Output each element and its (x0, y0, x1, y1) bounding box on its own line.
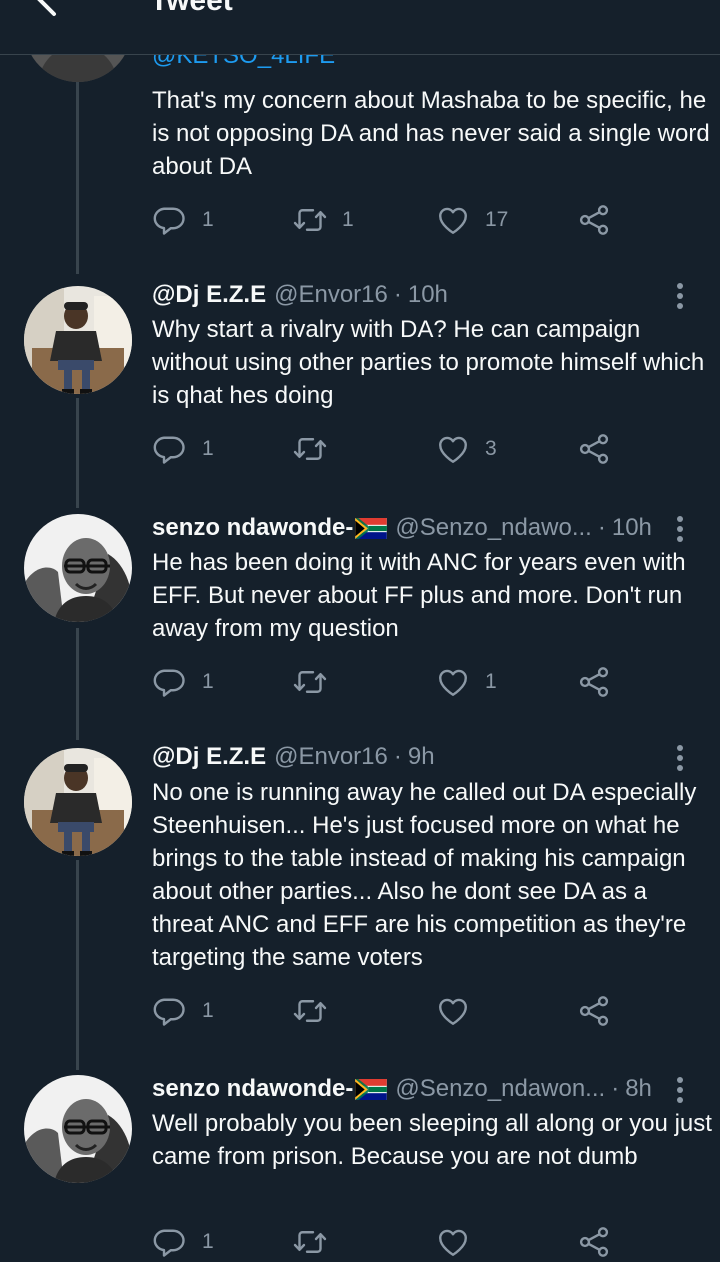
reply-icon (152, 1224, 188, 1260)
reply-count: 1 (202, 999, 214, 1022)
tweet-actions: 1 (152, 991, 632, 1031)
retweet-button[interactable]: 1 (292, 200, 354, 240)
timestamp[interactable]: 9h (408, 743, 435, 771)
page-title: Tweet (150, 0, 233, 17)
reply-button[interactable]: 1 (152, 429, 214, 469)
more-vertical-icon[interactable] (670, 280, 690, 310)
share-button[interactable] (576, 200, 612, 240)
heart-icon (435, 664, 471, 700)
reply-button[interactable]: 1 (152, 991, 214, 1031)
more-vertical-icon[interactable] (670, 1074, 690, 1104)
tweet-actions: 1 1 17 (152, 200, 632, 240)
retweet-count: 1 (342, 208, 354, 231)
display-name[interactable]: senzo ndawonde- (152, 1075, 353, 1103)
like-button[interactable]: 1 (435, 662, 497, 702)
reply-count: 1 (202, 670, 214, 693)
retweet-icon (292, 664, 328, 700)
timestamp[interactable]: 10h (408, 281, 448, 309)
timestamp[interactable]: 8h (625, 1075, 652, 1103)
separator: · (393, 743, 402, 770)
display-name[interactable]: @Dj E.Z.E (152, 281, 266, 309)
share-icon (576, 431, 612, 467)
south-africa-flag-icon (355, 518, 387, 539)
reply-icon (152, 431, 188, 467)
heart-icon (435, 1224, 471, 1260)
retweet-icon (292, 993, 328, 1029)
share-icon (576, 1224, 612, 1260)
tweet-reply[interactable]: @Dj E.Z.E @Envor16 · 9h No one is runnin… (0, 742, 720, 1042)
user-handle[interactable]: @Senzo_ndawo... (395, 514, 592, 542)
reply-icon (152, 664, 188, 700)
tweet-actions: 1 3 (152, 429, 632, 469)
like-count: 1 (485, 670, 497, 693)
share-button[interactable] (576, 991, 612, 1031)
reply-button[interactable]: 1 (152, 200, 214, 240)
separator: · (611, 1075, 620, 1102)
tweet-actions: 1 (152, 1222, 632, 1262)
retweet-icon (292, 431, 328, 467)
tweet-header: @Dj E.Z.E @Envor16 · 10h (152, 280, 680, 310)
separator: · (597, 514, 606, 541)
share-button[interactable] (576, 1222, 612, 1262)
reply-button[interactable]: 1 (152, 662, 214, 702)
share-button[interactable] (576, 662, 612, 702)
avatar[interactable] (24, 286, 132, 394)
reply-icon (152, 202, 188, 238)
like-button[interactable]: 3 (435, 429, 497, 469)
tweet-text: Why start a rivalry with DA? He can camp… (152, 316, 705, 409)
reply-icon (152, 993, 188, 1029)
share-icon (576, 993, 612, 1029)
reply-count: 1 (202, 1230, 214, 1253)
tweet-reply[interactable]: senzo ndawonde- @Senzo_ndawo... · 10h He… (0, 513, 720, 713)
tweet-text: He has been doing it with ANC for years … (152, 549, 686, 642)
tweet-reply[interactable]: @Dj E.Z.E @Envor16 · 10h Why start a riv… (0, 280, 720, 480)
heart-icon (435, 202, 471, 238)
user-handle[interactable]: @Envor16 (274, 281, 388, 309)
reply-count: 1 (202, 437, 214, 460)
avatar[interactable] (24, 1075, 132, 1183)
retweet-button[interactable] (292, 1222, 328, 1262)
like-count: 3 (485, 437, 497, 460)
reply-count: 1 (202, 208, 214, 231)
display-name[interactable]: @Dj E.Z.E (152, 743, 266, 771)
user-handle[interactable]: @Senzo_ndawon... (395, 1075, 605, 1103)
top-app-bar: Tweet (0, 0, 720, 55)
separator: · (393, 281, 402, 308)
tweet-header: @Dj E.Z.E @Envor16 · 9h (152, 742, 680, 772)
timestamp[interactable]: 10h (612, 514, 652, 542)
reply-button[interactable]: 1 (152, 1222, 214, 1262)
share-icon (576, 202, 612, 238)
more-vertical-icon[interactable] (670, 742, 690, 772)
avatar[interactable] (24, 514, 132, 622)
retweet-button[interactable] (292, 429, 342, 469)
user-handle[interactable]: @Envor16 (274, 743, 388, 771)
retweet-icon (292, 202, 328, 238)
arrow-left-icon[interactable] (30, 0, 78, 18)
display-name[interactable]: senzo ndawonde- (152, 514, 353, 542)
heart-icon (435, 993, 471, 1029)
tweet-text: That's my concern about Mashaba to be sp… (152, 87, 710, 180)
heart-icon (435, 431, 471, 467)
south-africa-flag-icon (355, 1079, 387, 1100)
tweet-header: senzo ndawonde- @Senzo_ndawo... · 10h (152, 513, 680, 543)
avatar[interactable] (24, 748, 132, 856)
tweet-reply[interactable]: senzo ndawonde- @Senzo_ndawon... · 8h We… (0, 1074, 720, 1244)
tweet-header: senzo ndawonde- @Senzo_ndawon... · 8h (152, 1074, 680, 1104)
retweet-icon (292, 1224, 328, 1260)
like-count: 17 (485, 208, 509, 231)
tweet-text: No one is running away he called out DA … (152, 779, 697, 971)
share-icon (576, 664, 612, 700)
like-button[interactable] (435, 1222, 471, 1262)
like-button[interactable]: 17 (435, 200, 508, 240)
more-vertical-icon[interactable] (670, 513, 690, 543)
share-button[interactable] (576, 429, 612, 469)
like-button[interactable] (435, 991, 485, 1031)
retweet-button[interactable] (292, 662, 342, 702)
tweet-actions: 1 1 (152, 662, 632, 702)
tweet-text: Well probably you been sleeping all alon… (152, 1110, 712, 1170)
retweet-button[interactable] (292, 991, 342, 1031)
